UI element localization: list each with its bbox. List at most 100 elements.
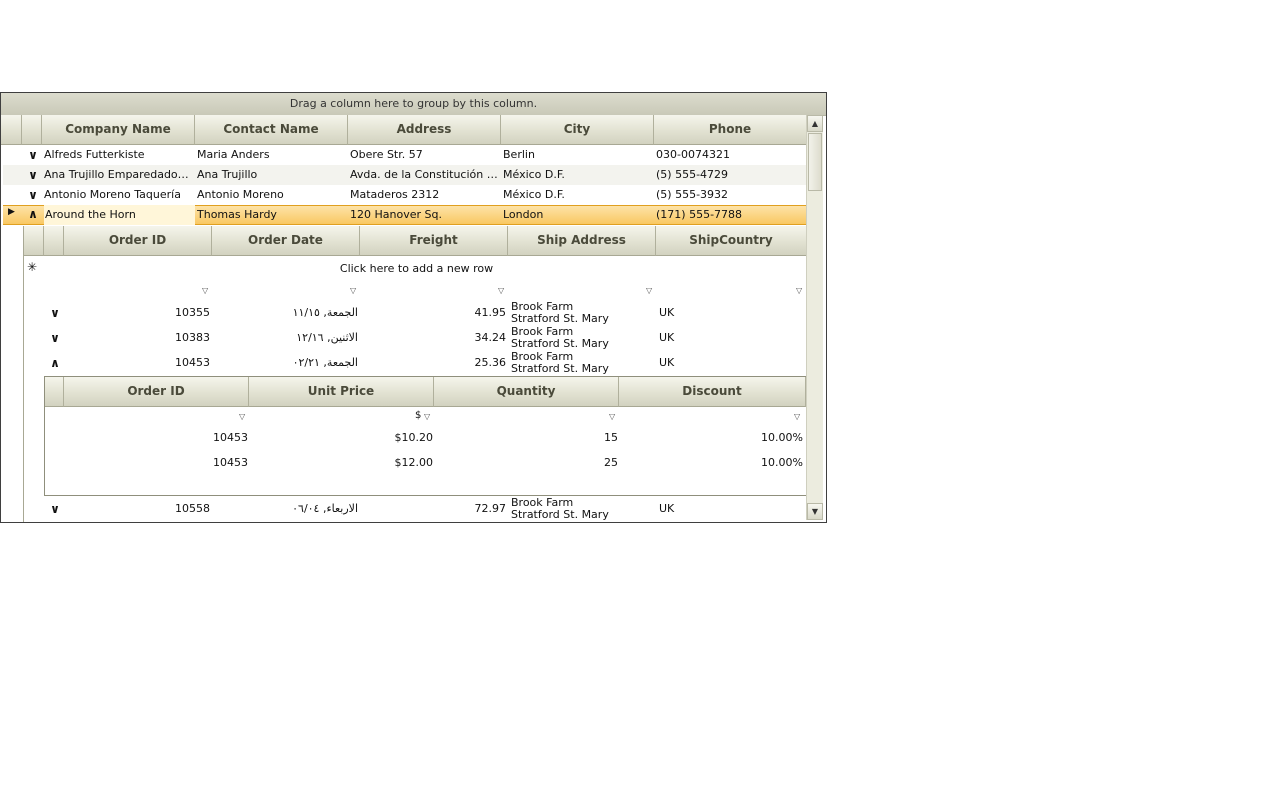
cell-discount: 10.00% xyxy=(761,431,803,444)
filter-icon[interactable]: ▽ xyxy=(424,412,434,421)
cell-quantity: 15 xyxy=(604,431,618,444)
cell-order-date: الاثنين, ١٢/١٦ xyxy=(296,331,358,344)
cell-contact: Thomas Hardy xyxy=(197,208,277,221)
cell-contact: Antonio Moreno xyxy=(197,188,284,201)
scroll-up-icon[interactable]: ▲ xyxy=(807,115,823,132)
column-header-company-name[interactable]: Company Name xyxy=(42,115,195,145)
filter-icon[interactable]: ▽ xyxy=(350,286,360,295)
cell-unit-price: $10.20 xyxy=(394,431,434,444)
row-header-column xyxy=(1,115,22,145)
chevron-down-icon[interactable]: ∨ xyxy=(47,331,63,345)
cell-order-date: الجمعة, ١١/١٥ xyxy=(292,306,358,319)
column-header-unit-price[interactable]: Unit Price xyxy=(249,377,434,407)
order-row[interactable]: ∨ 10383 الاثنين, ١٢/١٦ 34.24 Brook Farm S… xyxy=(24,325,807,350)
cell-ship-country: UK xyxy=(659,502,675,515)
customer-row[interactable]: ∨ Alfreds Futterkiste Maria Anders Obere… xyxy=(3,145,806,165)
cell-order-id: 10453 xyxy=(175,356,210,369)
detail-row[interactable]: 10453 $10.20 15 10.00% xyxy=(45,428,806,448)
chevron-down-icon[interactable]: ∨ xyxy=(47,502,63,516)
column-header-address[interactable]: Address xyxy=(348,115,501,145)
cell-address: Mataderos 2312 xyxy=(350,188,440,201)
cell-address: Obere Str. 57 xyxy=(350,148,423,161)
cell-freight: 41.95 xyxy=(474,306,507,319)
chevron-down-icon[interactable]: ∨ xyxy=(47,306,63,320)
filter-icon[interactable]: ▽ xyxy=(646,286,656,295)
customer-row[interactable]: ∨ Antonio Moreno Taquería Antonio Moreno… xyxy=(3,185,806,205)
cell-company: Alfreds Futterkiste xyxy=(44,148,145,161)
cell-phone: (171) 555-7788 xyxy=(656,208,743,221)
customer-row-selected[interactable]: ▶ ∧ Around the Horn Thomas Hardy 120 Han… xyxy=(3,205,806,225)
group-by-panel[interactable]: Drag a column here to group by this colu… xyxy=(1,93,826,116)
column-header-ship-address[interactable]: Ship Address xyxy=(508,226,656,256)
cell-ship-address: Brook Farm Stratford St. Mary xyxy=(511,351,609,375)
filter-icon[interactable]: ▽ xyxy=(794,412,804,421)
column-header-order-id[interactable]: Order ID xyxy=(64,226,212,256)
cell-address: 120 Hanover Sq. xyxy=(350,208,442,221)
chevron-down-icon[interactable]: ∨ xyxy=(25,148,41,162)
asterisk-icon: ✳ xyxy=(27,260,38,274)
cell-ship-address: Brook Farm Stratford St. Mary xyxy=(511,497,609,521)
cell-company: Ana Trujillo Emparedados y... xyxy=(44,168,192,181)
cell-ship-country: UK xyxy=(659,306,675,319)
scroll-down-icon[interactable]: ▼ xyxy=(807,503,823,520)
column-header-discount[interactable]: Discount xyxy=(619,377,806,407)
cell-freight: 72.97 xyxy=(474,502,507,515)
cell-ship-country: UK xyxy=(659,356,675,369)
column-header-order-id[interactable]: Order ID xyxy=(64,377,249,407)
add-new-row[interactable]: Click here to add a new row xyxy=(64,262,769,275)
cell-order-id: 10383 xyxy=(175,331,210,344)
filter-icon[interactable]: ▽ xyxy=(239,412,249,421)
customer-row[interactable]: ∨ Ana Trujillo Emparedados y... Ana Truj… xyxy=(3,165,806,185)
scrollbar-thumb[interactable] xyxy=(808,133,822,191)
chevron-down-icon[interactable]: ∨ xyxy=(25,168,41,182)
filter-icon[interactable]: ▽ xyxy=(202,286,212,295)
detail-row[interactable]: 10453 $12.00 25 10.00% xyxy=(45,453,806,473)
column-header-contact-name[interactable]: Contact Name xyxy=(195,115,348,145)
cell-order-id: 10453 xyxy=(213,431,248,444)
cell-phone: (5) 555-4729 xyxy=(656,168,729,181)
cell-freight: 25.36 xyxy=(474,356,507,369)
column-header-city[interactable]: City xyxy=(501,115,654,145)
chevron-down-icon[interactable]: ∨ xyxy=(25,188,41,202)
cell-quantity: 25 xyxy=(604,456,618,469)
cell-phone: 030-0074321 xyxy=(656,148,730,161)
cell-discount: 10.00% xyxy=(761,456,803,469)
cell-phone: (5) 555-3932 xyxy=(656,188,729,201)
column-header-phone[interactable]: Phone xyxy=(654,115,807,145)
cell-city: London xyxy=(503,208,544,221)
chevron-up-icon[interactable]: ∧ xyxy=(25,207,41,221)
column-header-order-date[interactable]: Order Date xyxy=(212,226,360,256)
cell-ship-country: UK xyxy=(659,331,675,344)
cell-freight: 34.24 xyxy=(474,331,507,344)
cell-company: Antonio Moreno Taquería xyxy=(44,188,181,201)
cell-order-date: الجمعة, ٠٢/٢١ xyxy=(292,356,358,369)
cell-unit-price: $12.00 xyxy=(394,456,434,469)
column-header-quantity[interactable]: Quantity xyxy=(434,377,619,407)
chevron-up-icon[interactable]: ∧ xyxy=(47,356,63,370)
cell-city: México D.F. xyxy=(503,168,565,181)
filter-icon[interactable]: ▽ xyxy=(796,286,806,295)
cell-contact: Maria Anders xyxy=(197,148,270,161)
filter-icon[interactable]: ▽ xyxy=(498,286,508,295)
order-details-grid[interactable]: Order ID Unit Price Quantity Discount ▽ … xyxy=(44,376,807,496)
expand-column-header xyxy=(44,226,64,256)
row-indicator-icon: ▶ xyxy=(8,207,15,217)
column-header-ship-country[interactable]: ShipCountry xyxy=(656,226,807,256)
column-header-freight[interactable]: Freight xyxy=(360,226,508,256)
expand-column-header xyxy=(22,115,42,145)
order-row-expanded[interactable]: ∧ 10453 الجمعة, ٠٢/٢١ 25.36 Brook Farm St… xyxy=(24,350,807,375)
cell-ship-address: Brook Farm Stratford St. Mary xyxy=(511,326,609,350)
unit-price-filter-prefix: $ xyxy=(415,410,422,421)
cell-city: México D.F. xyxy=(503,188,565,201)
order-row[interactable]: ∨ 10355 الجمعة, ١١/١٥ 41.95 Brook Farm St… xyxy=(24,300,807,325)
order-row[interactable]: ∨ 10558 الاربعاء, ٠٦/٠٤ 72.97 Brook Farm… xyxy=(24,496,807,521)
cell-order-id: 10453 xyxy=(213,456,248,469)
cell-order-date: الاربعاء, ٠٦/٠٤ xyxy=(292,502,358,515)
vertical-scrollbar[interactable]: ▲ ▼ xyxy=(806,115,823,520)
cell-contact: Ana Trujillo xyxy=(197,168,258,181)
customers-grid[interactable]: Drag a column here to group by this colu… xyxy=(0,92,827,523)
cell-city: Berlin xyxy=(503,148,535,161)
filter-icon[interactable]: ▽ xyxy=(609,412,619,421)
cell-order-id: 10558 xyxy=(175,502,210,515)
orders-child-grid[interactable]: Order ID Order Date Freight Ship Address… xyxy=(23,226,807,522)
